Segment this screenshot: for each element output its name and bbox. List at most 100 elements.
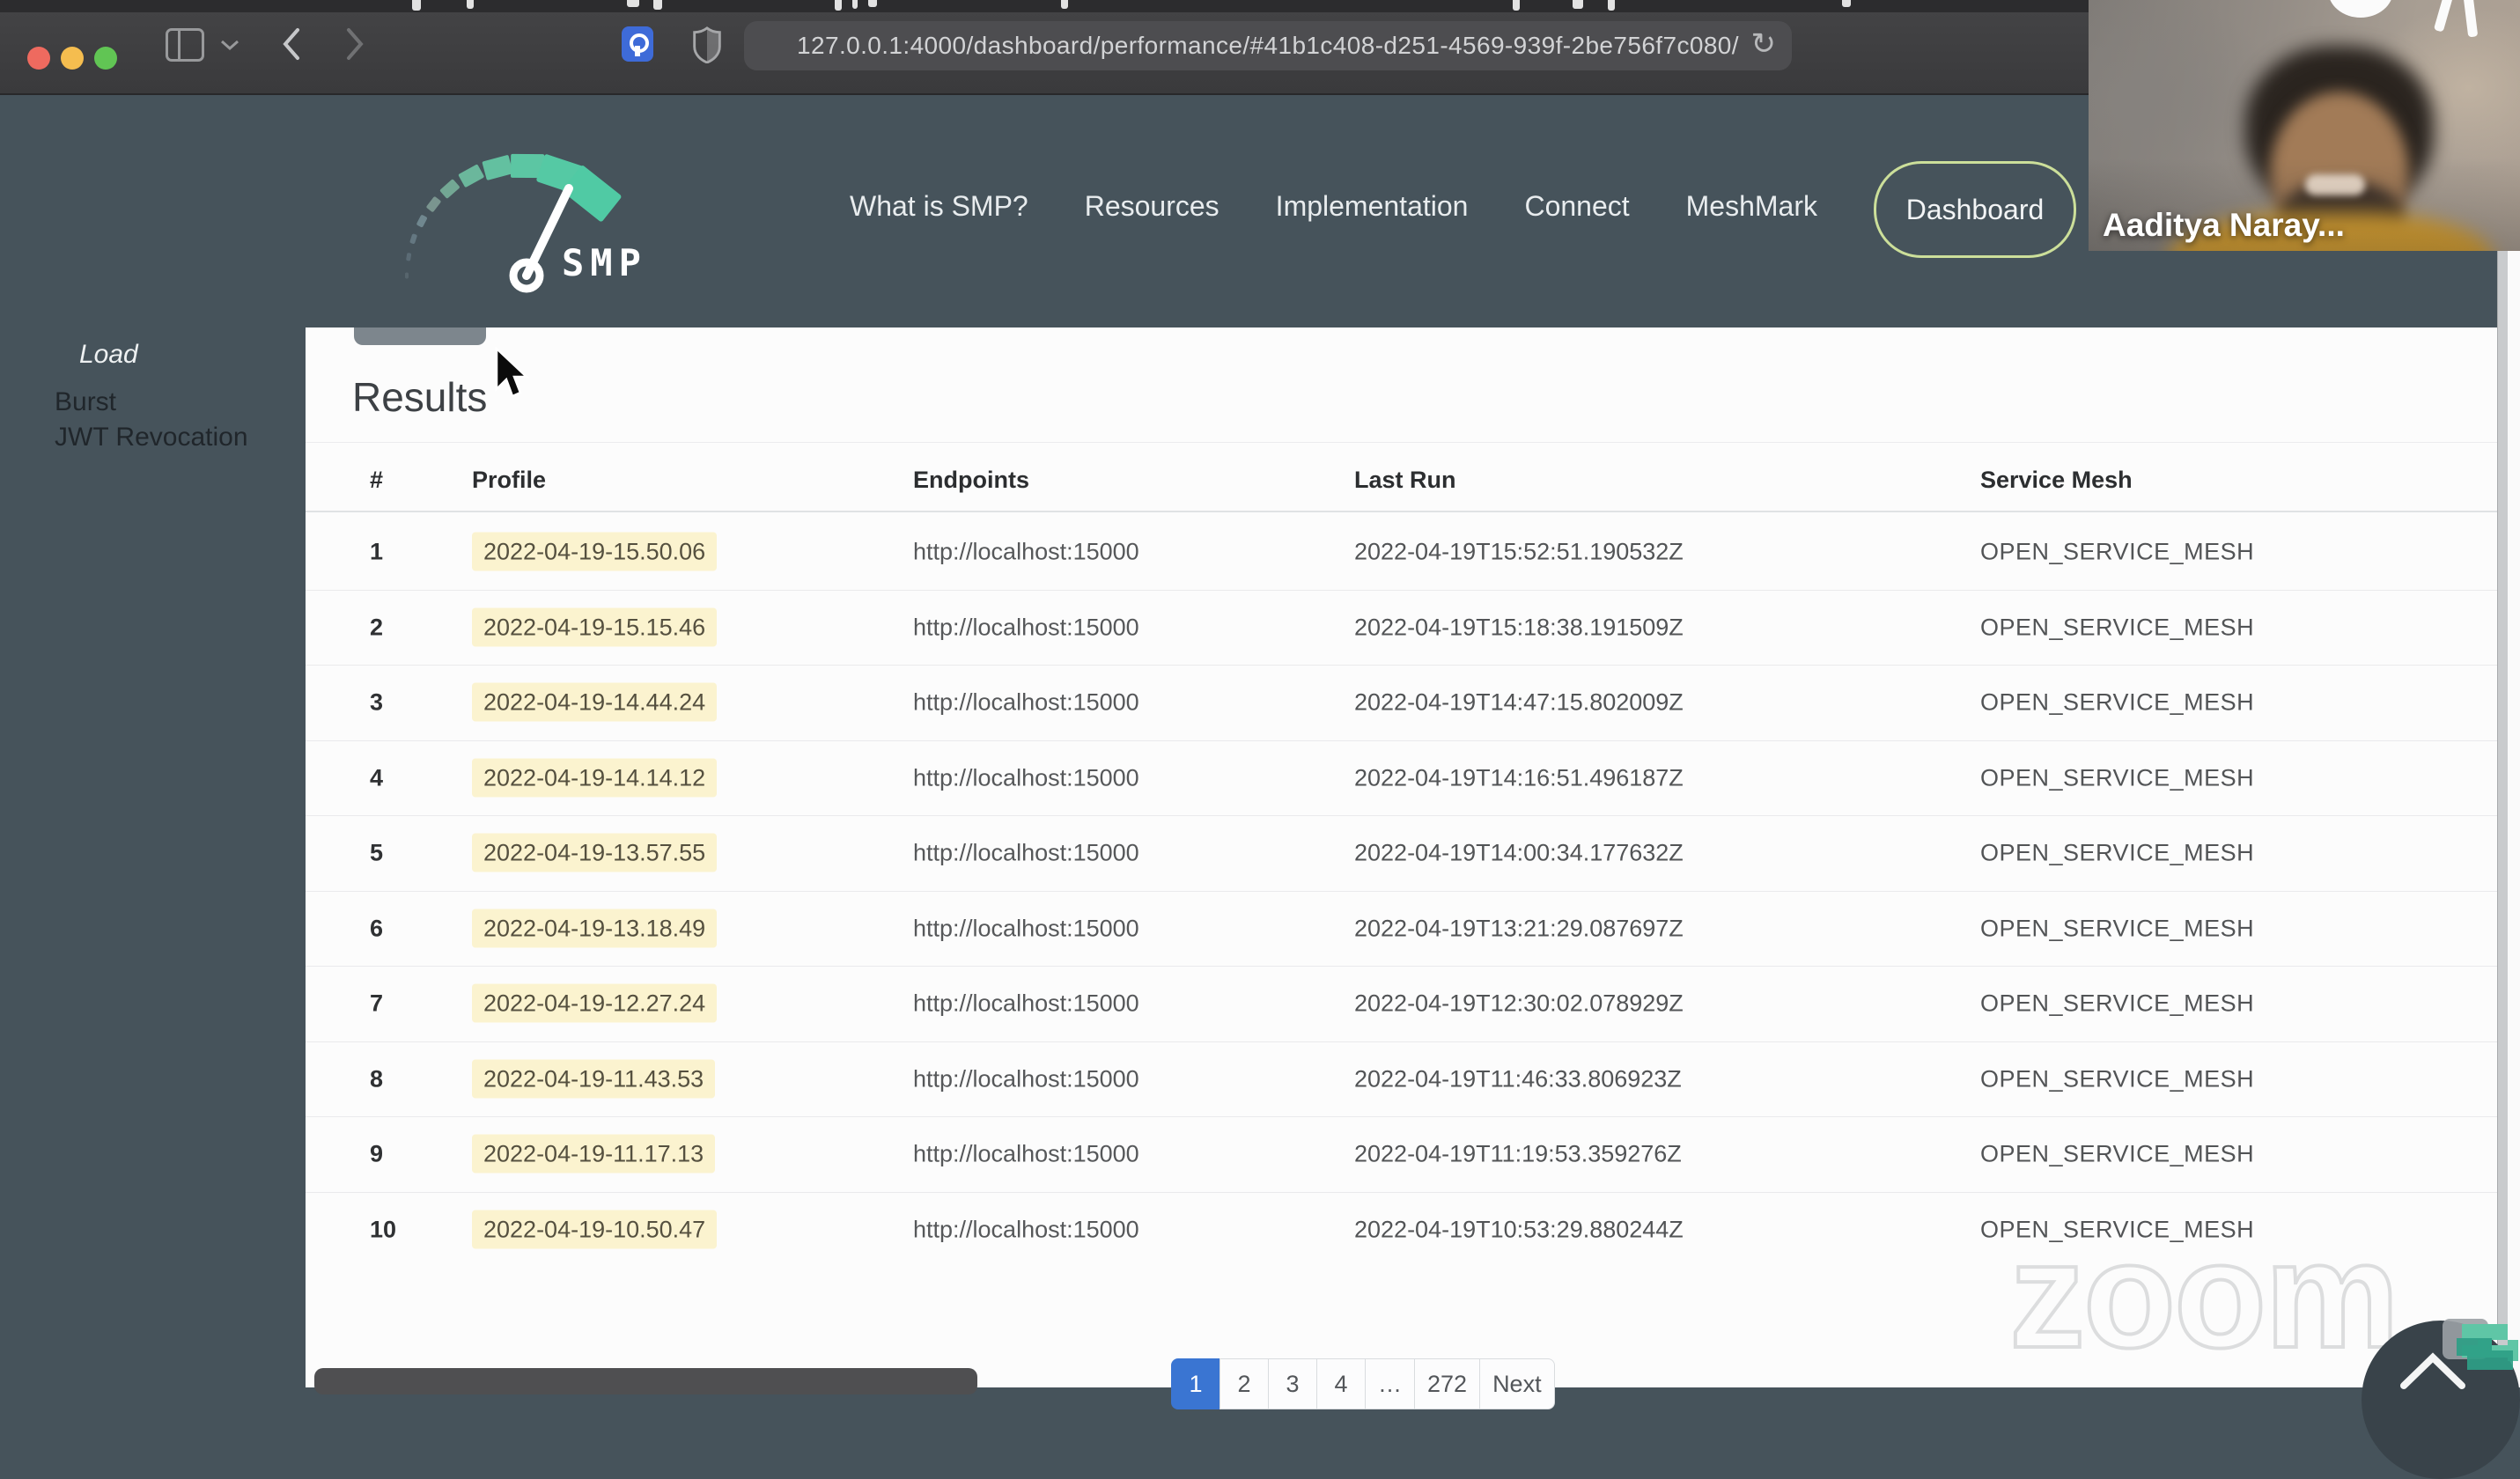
row-number: 1: [370, 538, 384, 565]
mouse-cursor: [495, 347, 530, 398]
row-number: 3: [370, 688, 384, 716]
webcam-video-tile[interactable]: Aaditya Naray...: [2089, 0, 2520, 251]
sidebar-toggle-icon[interactable]: [166, 28, 204, 62]
next-page-button[interactable]: Next: [1479, 1358, 1555, 1409]
lastrun-cell: 2022-04-19T11:46:33.806923Z: [1354, 1065, 1682, 1093]
mesh-cell: OPEN_SERVICE_MESH: [1980, 614, 2255, 641]
column-header-profile: Profile: [472, 467, 547, 493]
endpoints-cell: http://localhost:15000: [913, 1216, 1139, 1243]
table-row[interactable]: 9 2022-04-19-11.17.13 http://localhost:1…: [306, 1117, 2497, 1193]
close-window-button[interactable]: [27, 47, 50, 70]
url-text: 127.0.0.1:4000/dashboard/performance/#41…: [797, 32, 1739, 59]
endpoints-cell: http://localhost:15000: [913, 1140, 1139, 1167]
horizontal-scrollbar-thumb[interactable]: [314, 1368, 977, 1394]
back-button[interactable]: [278, 26, 305, 62]
profile-cell[interactable]: 2022-04-19-15.50.06: [472, 532, 718, 571]
results-title: Results: [352, 374, 488, 420]
row-number: 10: [370, 1216, 397, 1243]
table-row[interactable]: 6 2022-04-19-13.18.49 http://localhost:1…: [306, 892, 2497, 967]
nav-link-connect[interactable]: Connect: [1524, 190, 1629, 223]
profile-cell[interactable]: 2022-04-19-12.27.24: [472, 983, 718, 1023]
cutoff-overlay-mark: [2433, 0, 2455, 33]
table-row[interactable]: 4 2022-04-19-14.14.12 http://localhost:1…: [306, 741, 2497, 816]
webcam-participant-name: Aaditya Naray...: [2103, 207, 2345, 243]
vertical-scrollbar[interactable]: [2497, 93, 2520, 1387]
table-row[interactable]: 2 2022-04-19-15.15.46 http://localhost:1…: [306, 591, 2497, 666]
profile-cell[interactable]: 2022-04-19-15.15.46: [472, 607, 718, 647]
nav-link-what-is-smp-[interactable]: What is SMP?: [850, 190, 1028, 223]
profile-cell[interactable]: 2022-04-19-13.57.55: [472, 833, 718, 872]
forward-button[interactable]: [342, 26, 368, 62]
table-body: 1 2022-04-19-15.50.06 http://localhost:1…: [306, 515, 2497, 1267]
vertical-scrollbar-thumb[interactable]: [2508, 93, 2520, 1387]
nav-link-meshmark[interactable]: MeshMark: [1686, 190, 1817, 223]
profile-cell[interactable]: 2022-04-19-14.44.24: [472, 682, 718, 722]
lastrun-cell: 2022-04-19T12:30:02.078929Z: [1354, 990, 1684, 1017]
nav-link-implementation[interactable]: Implementation: [1276, 190, 1469, 223]
column-header-lastrun: Last Run: [1354, 467, 1456, 493]
table-row[interactable]: 5 2022-04-19-13.57.55 http://localhost:1…: [306, 816, 2497, 892]
chevron-down-icon[interactable]: [220, 39, 239, 51]
endpoints-cell: http://localhost:15000: [913, 990, 1139, 1017]
mesh-cell: OPEN_SERVICE_MESH: [1980, 915, 2255, 942]
column-header-mesh: Service Mesh: [1980, 467, 2133, 493]
row-number: 4: [370, 764, 384, 791]
mesh-cell: OPEN_SERVICE_MESH: [1980, 1065, 2255, 1093]
sidebar-item-jwt-revocation[interactable]: JWT Revocation: [55, 423, 248, 453]
meshery-s-logo-icon[interactable]: [2416, 1317, 2520, 1389]
nav-link-resources[interactable]: Resources: [1085, 190, 1219, 223]
collapsed-tab[interactable]: [354, 327, 486, 345]
row-number: 9: [370, 1140, 384, 1167]
table-row[interactable]: 1 2022-04-19-15.50.06 http://localhost:1…: [306, 515, 2497, 591]
smp-logo-text: SMP: [562, 241, 647, 284]
page-button-1[interactable]: 1: [1171, 1358, 1220, 1409]
page-button-4[interactable]: 4: [1316, 1358, 1366, 1409]
url-address-bar[interactable]: 127.0.0.1:4000/dashboard/performance/#41…: [744, 21, 1792, 70]
cutoff-text-fragment: [627, 0, 639, 7]
mesh-cell: OPEN_SERVICE_MESH: [1980, 538, 2255, 565]
row-number: 8: [370, 1065, 384, 1093]
page-button-272[interactable]: 272: [1414, 1358, 1481, 1409]
lastrun-cell: 2022-04-19T14:16:51.496187Z: [1354, 764, 1684, 791]
column-header-num: #: [370, 467, 384, 493]
zoom-window-button[interactable]: [94, 47, 117, 70]
sidebar-item-burst[interactable]: Burst: [55, 387, 116, 417]
profile-cell[interactable]: 2022-04-19-13.18.49: [472, 909, 718, 948]
shield-extension-icon[interactable]: [692, 26, 722, 63]
lastrun-cell: 2022-04-19T10:53:29.880244Z: [1354, 1216, 1684, 1243]
cutoff-overlay-mark: [2462, 0, 2479, 38]
zoom-watermark: zoom: [2008, 1209, 2401, 1381]
main-nav: What is SMP? Resources Implementation Conne…: [850, 190, 1817, 223]
endpoints-cell: http://localhost:15000: [913, 538, 1139, 565]
reload-icon[interactable]: ↻: [1751, 26, 1777, 62]
minimize-window-button[interactable]: [61, 47, 84, 70]
dashboard-nav-button[interactable]: Dashboard: [1874, 161, 2076, 258]
sidebar-item-load[interactable]: Load: [79, 340, 138, 370]
smp-gauge-logo-icon[interactable]: [387, 125, 731, 305]
cutoff-text-fragment: [1513, 0, 1520, 11]
lastrun-cell: 2022-04-19T14:00:34.177632Z: [1354, 839, 1684, 866]
mesh-cell: OPEN_SERVICE_MESH: [1980, 764, 2255, 791]
profile-cell[interactable]: 2022-04-19-14.14.12: [472, 758, 718, 798]
page-button-3[interactable]: 3: [1268, 1358, 1317, 1409]
mesh-cell: OPEN_SERVICE_MESH: [1980, 688, 2255, 716]
page-button-2[interactable]: 2: [1219, 1358, 1269, 1409]
row-number: 2: [370, 614, 384, 641]
cutoff-text-fragment: [835, 0, 842, 11]
page-button-…[interactable]: …: [1365, 1358, 1415, 1409]
lastrun-cell: 2022-04-19T13:21:29.087697Z: [1354, 915, 1684, 942]
table-row[interactable]: 8 2022-04-19-11.43.53 http://localhost:1…: [306, 1042, 2497, 1117]
lastrun-cell: 2022-04-19T14:47:15.802009Z: [1354, 688, 1684, 716]
table-row[interactable]: 3 2022-04-19-14.44.24 http://localhost:1…: [306, 666, 2497, 741]
profile-cell[interactable]: 2022-04-19-11.17.13: [472, 1134, 716, 1174]
divider: [306, 442, 2497, 443]
profile-cell[interactable]: 2022-04-19-11.43.53: [472, 1059, 716, 1099]
table-row[interactable]: 7 2022-04-19-12.27.24 http://localhost:1…: [306, 967, 2497, 1042]
mesh-cell: OPEN_SERVICE_MESH: [1980, 839, 2255, 866]
endpoints-cell: http://localhost:15000: [913, 839, 1139, 866]
endpoints-cell: http://localhost:15000: [913, 688, 1139, 716]
cutoff-text-fragment: [467, 0, 474, 9]
cutoff-text-fragment: [653, 0, 662, 10]
profile-cell[interactable]: 2022-04-19-10.50.47: [472, 1210, 718, 1249]
password-manager-extension-icon[interactable]: [622, 26, 653, 62]
